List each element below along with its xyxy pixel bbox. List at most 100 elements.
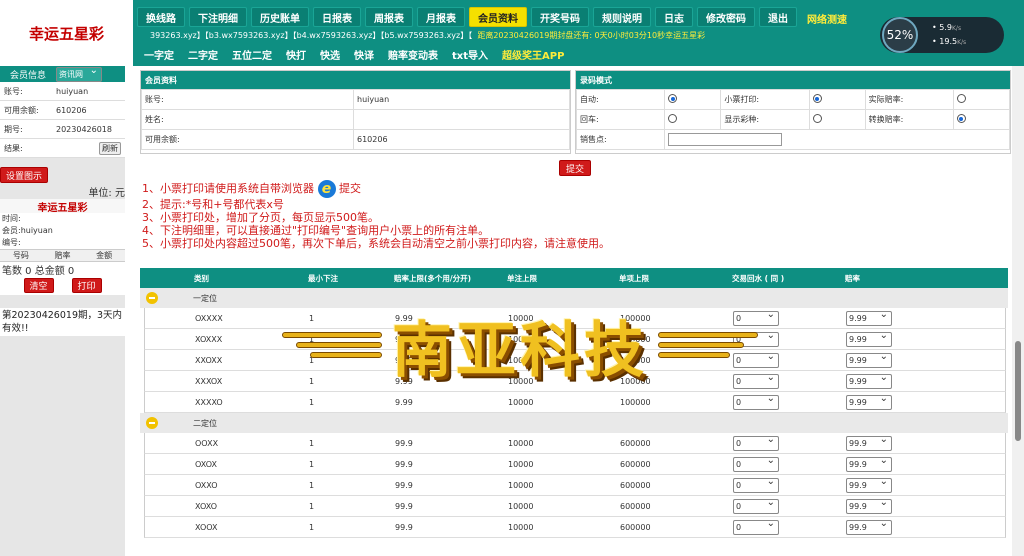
record-row: 自动: 小票打印: 实际赔率: [575,89,1011,110]
row-min-bet: 1 [309,438,315,448]
record-radio-cell [808,109,866,130]
row-rate-cell: 9.99 [846,309,1009,326]
subnav-item[interactable]: 一字定 [137,45,181,63]
member-label: 姓名: [141,109,354,130]
row-item-limit: 600000 [620,438,651,448]
right-wing-icon [648,320,758,370]
row-rebate-cell: 0 [733,497,846,514]
radio-button[interactable] [956,114,966,123]
sales-label: 销售点: [575,129,666,150]
submit-button[interactable]: 提交 [559,160,591,176]
collapse-toggle-icon[interactable] [146,292,158,304]
rebate-select[interactable]: 0 [733,393,779,410]
row-rate-cell: 99.9 [846,497,1009,514]
gauge-percent: 52% [882,17,918,53]
row-rebate-cell: 0 [733,434,846,451]
radio-button[interactable] [812,94,822,103]
rebate-select[interactable]: 0 [733,497,779,514]
subnav-item[interactable]: txt导入 [445,45,495,63]
nav-item[interactable]: 修改密码 [697,7,755,27]
radio-button[interactable] [668,94,678,103]
info-label: 期号: [4,124,23,134]
subnav-item[interactable]: 五位二定 [225,45,279,63]
row-odds-limit: 99.9 [395,438,413,448]
tip-5: 5、小票打印处内容超过500笔，再次下单后，系统会自动清空之前小票打印内容，请注… [142,237,610,250]
grid-header: 类别 最小下注 赔率上限(多个用/分开) 单注上限 单项上限 交易回水 ( 同 ) 赔率 [140,268,1008,288]
col-odds: 赔率 [54,251,71,260]
main-nav: 换线路 下注明细 历史账单 日报表 周报表 月报表 会员资料 开奖号码 规则说明 日志 修改密码 退出 [137,7,801,27]
page-scrollbar[interactable] [1012,66,1024,556]
upload-speed: • 5.9K/s [932,23,962,32]
brand-logo: 幸运五星彩 [0,0,133,66]
rate-select[interactable]: 99.9 [846,434,892,451]
row-item-limit: 600000 [620,459,651,469]
rate-select[interactable]: 99.9 [846,455,892,472]
row-item-limit: 600000 [620,501,651,511]
nav-item[interactable]: 历史账单 [251,7,309,27]
ticket-time: 时间: [2,214,21,223]
nav-item[interactable]: 会员资料 [469,7,527,27]
row-rate-cell: 99.9 [846,518,1009,535]
nav-item[interactable]: 规则说明 [593,7,651,27]
rebate-select[interactable]: 0 [733,434,779,451]
row-code: XOXO [195,501,218,511]
nav-item[interactable]: 开奖号码 [531,7,589,27]
rate-select[interactable]: 99.9 [846,497,892,514]
member-row: 账号: huiyuan [141,89,570,110]
print-button[interactable]: 打印 [71,278,102,293]
unit-label: 单位: 元 [88,188,125,199]
nav-item[interactable]: 日志 [655,7,693,27]
row-single-limit: 10000 [508,459,534,469]
sales-input[interactable] [668,133,783,146]
group-name: 二定位 [193,418,217,428]
row-rate-cell: 9.99 [846,351,1009,368]
rebate-select[interactable]: 0 [733,476,779,493]
download-speed: • 19.5K/s [932,37,967,46]
info-row: 期号: 20230426018 [0,120,125,139]
speed-test-link[interactable]: 网络测速 [807,11,847,26]
radio-button[interactable] [812,114,822,123]
row-rate-cell: 9.99 [846,372,1009,389]
subnav-item[interactable]: 超级奖王APP [495,45,571,63]
watermark-text: 南亚科技 [392,315,648,386]
rebate-select[interactable]: 0 [733,455,779,472]
member-info: 账号: huiyuan 可用余额: 610206 期号: 20230426018 结果: 刷新 [0,82,125,158]
nav-item[interactable]: 退出 [759,7,797,27]
grid-col-header: 赔率 [845,273,860,283]
subnav-item[interactable]: 赔率变动表 [381,45,445,63]
nav-item[interactable]: 下注明细 [189,7,247,27]
radio-button[interactable] [956,94,966,103]
nav-item[interactable]: 日报表 [313,7,361,27]
member-value: huiyuan [353,89,570,110]
radio-button[interactable] [668,114,678,123]
subnav-item[interactable]: 快选 [313,45,347,63]
ticket-panel: 幸运五星彩 时间: 会员:huiyuan 编号: 号码 赔率 金额 笔数 0 总… [0,199,125,295]
refresh-button[interactable]: 刷新 [99,141,121,155]
settings-button[interactable]: 设置图示 [0,167,48,183]
tab-member-info[interactable]: 会员信息 [4,68,52,81]
row-item-limit: 600000 [620,522,651,532]
subnav-item[interactable]: 快打 [279,45,313,63]
rate-select[interactable]: 99.9 [846,476,892,493]
tab-info-site[interactable]: 资讯网 [56,65,103,82]
rate-select[interactable]: 99.9 [846,518,892,535]
collapse-toggle-icon[interactable] [146,417,158,429]
member-value [353,109,570,130]
member-table: 账号: huiyuan 姓名: 可用余额: 610206 [141,89,570,150]
scrollbar-thumb[interactable] [1015,341,1021,441]
clear-button[interactable]: 清空 [23,278,54,293]
rate-select[interactable]: 9.99 [846,393,892,410]
nav-item[interactable]: 换线路 [137,7,185,27]
subnav-item[interactable]: 快译 [347,45,381,63]
row-rebate-cell: 0 [733,476,846,493]
rebate-select[interactable]: 0 [733,518,779,535]
ticker-links[interactable]: 393263.xyz】【b3.wx7593263.xyz】【b4.wx75932… [150,31,472,40]
subnav-item[interactable]: 二字定 [181,45,225,63]
nav-item[interactable]: 周报表 [365,7,413,27]
row-code: OXOX [195,459,218,469]
info-row: 可用余额: 610206 [0,101,125,120]
record-label: 实际赔率: [864,89,954,110]
nav-item[interactable]: 月报表 [417,7,465,27]
left-sidebar: 会员信息 资讯网 账号: huiyuan 可用余额: 610206 期号: 2023042… [0,65,125,556]
record-label: 回车: [575,109,666,130]
